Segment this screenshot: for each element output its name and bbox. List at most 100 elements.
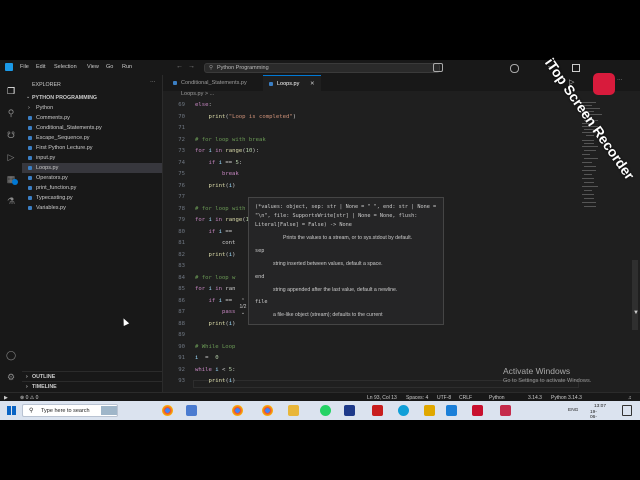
code-line: if i == [208,228,233,235]
line-number: 82 [178,251,185,258]
tab-label: Conditional_Statements.py [181,80,247,86]
line-number: 72 [178,136,185,143]
code-line: cont [195,240,236,246]
account-icon[interactable]: ◯ [5,349,17,361]
close-icon[interactable]: ✕ [310,76,315,92]
file-print-function[interactable]: print_function.py [22,183,162,193]
menu-file[interactable]: File [20,64,29,70]
nav-back-icon[interactable]: ← [176,63,183,70]
vscode-icon[interactable] [446,405,457,416]
file-operators[interactable]: Operators.py [22,173,162,183]
testing-icon[interactable]: ⚗ [5,195,17,207]
file-explorer-icon[interactable] [288,405,299,416]
code-line: # for loop w [195,274,236,281]
hover-param-name: sep [255,248,265,254]
activate-title: Activate Windows [503,366,571,376]
folder-chevron-icon[interactable]: ⌄ [26,94,30,100]
command-center[interactable]: ⚲ Python Programming [204,63,440,73]
file-label: Python [36,105,54,111]
activate-subtitle: Go to Settings to activate Windows. [503,378,592,384]
timeline-panel-header[interactable]: › TIMELINE [22,381,162,392]
edge-icon[interactable] [398,405,409,416]
scroll-arrow-icon[interactable]: ▼ [633,310,639,316]
language-indicator[interactable]: ENG [568,408,578,413]
hover-param-desc: string inserted between values, default … [273,261,383,267]
app-icon[interactable] [344,405,355,416]
file-typecasting[interactable]: Typecasting.py [22,193,162,203]
file-first-python-lecture[interactable]: First Python Lecture.py [22,143,162,153]
code-line: break [221,171,239,177]
whatsapp-icon[interactable] [320,405,331,416]
app-icon[interactable] [500,405,511,416]
editor-more-icon[interactable]: ⋯ [617,78,623,84]
line-number: 79 [178,217,185,223]
search-icon: ⚲ [29,408,34,414]
file-conditional-statements[interactable]: Conditional_Statements.py [22,123,162,133]
explorer-more-icon[interactable]: ⋯ [150,80,156,86]
line-number: 71 [178,125,185,131]
app-icon[interactable] [186,405,197,416]
layout-icon[interactable] [510,64,519,73]
code-line: print("Loop is completed") [208,113,297,120]
code-line: pass [221,309,236,315]
line-number: 86 [178,297,185,304]
windows-start-icon[interactable] [7,406,16,415]
nav-forward-icon[interactable]: → [188,63,195,70]
clock-time[interactable]: 13:07 [594,404,606,409]
file-input[interactable]: input.py [22,153,162,163]
activate-windows-watermark: Activate Windows Go to Settings to activ… [503,366,591,384]
python-file-icon [28,156,32,160]
tab-loops[interactable]: Loops.py ✕ [263,75,321,91]
clock-date[interactable]: 19-06-2026 [590,410,601,420]
menu-edit[interactable]: Edit [36,64,45,70]
folder-python[interactable]: › Python [22,103,162,113]
chevron-down-icon[interactable]: ⌄ [236,310,250,316]
menu-go[interactable]: Go [106,64,113,70]
notification-icon[interactable] [622,405,632,416]
line-number: 85 [178,286,185,292]
app-icon[interactable] [372,405,383,416]
file-label: Comments.py [36,115,70,121]
copilot-icon[interactable] [433,63,443,72]
chrome-icon[interactable] [232,405,243,416]
menu-selection[interactable]: Selection [54,64,77,70]
mouse-cursor-icon [120,317,130,326]
search-icon[interactable]: ⚲ [5,107,17,119]
python-file-icon [28,166,32,170]
menu-run[interactable]: Run [122,64,132,70]
file-variables[interactable]: Variables.py [22,203,162,213]
code-line: print(i) [208,320,236,327]
taskbar-search-box[interactable]: ⚲ Type here to search [22,404,118,417]
line-number: 70 [178,113,185,120]
scrollbar-thumb[interactable] [632,260,638,330]
extensions-badge [12,179,18,185]
line-number: 93 [178,378,185,384]
menu-view[interactable]: View [87,64,99,70]
file-comments[interactable]: Comments.py [22,113,162,123]
chrome-icon[interactable] [162,405,173,416]
line-number: 81 [178,240,185,246]
screen: File Edit Selection View Go Run ← → ⚲ Py… [0,60,640,420]
app-icon[interactable] [424,405,435,416]
recorder-icon[interactable] [472,405,483,416]
workspace-folder[interactable]: PYTHON PROGRAMMING [32,95,97,101]
explorer-icon[interactable]: ❐ [5,85,17,97]
python-file-icon [28,126,32,130]
line-number: 69 [178,102,185,108]
source-control-icon[interactable]: ☋ [5,129,17,141]
file-label: Typecasting.py [36,195,73,201]
chevron-right-icon: › [26,384,28,390]
line-number: 91 [178,355,185,361]
file-escape-sequence[interactable]: Escape_Sequence.py [22,133,162,143]
code-line: if i == 5: [208,159,243,166]
window-restore-icon[interactable] [572,64,580,72]
code-line: if i == [208,297,233,304]
hover-pager[interactable]: ⌃ 1/2 ⌄ [236,298,250,328]
run-debug-icon[interactable]: ▷ [5,151,17,163]
file-loops[interactable]: Loops.py [22,163,162,173]
chrome-icon[interactable] [262,405,273,416]
hover-param-name: end [255,274,265,280]
line-number: 80 [178,228,185,235]
tab-conditional-statements[interactable]: Conditional_Statements.py [167,75,261,91]
settings-gear-icon[interactable]: ⚙ [5,371,17,383]
